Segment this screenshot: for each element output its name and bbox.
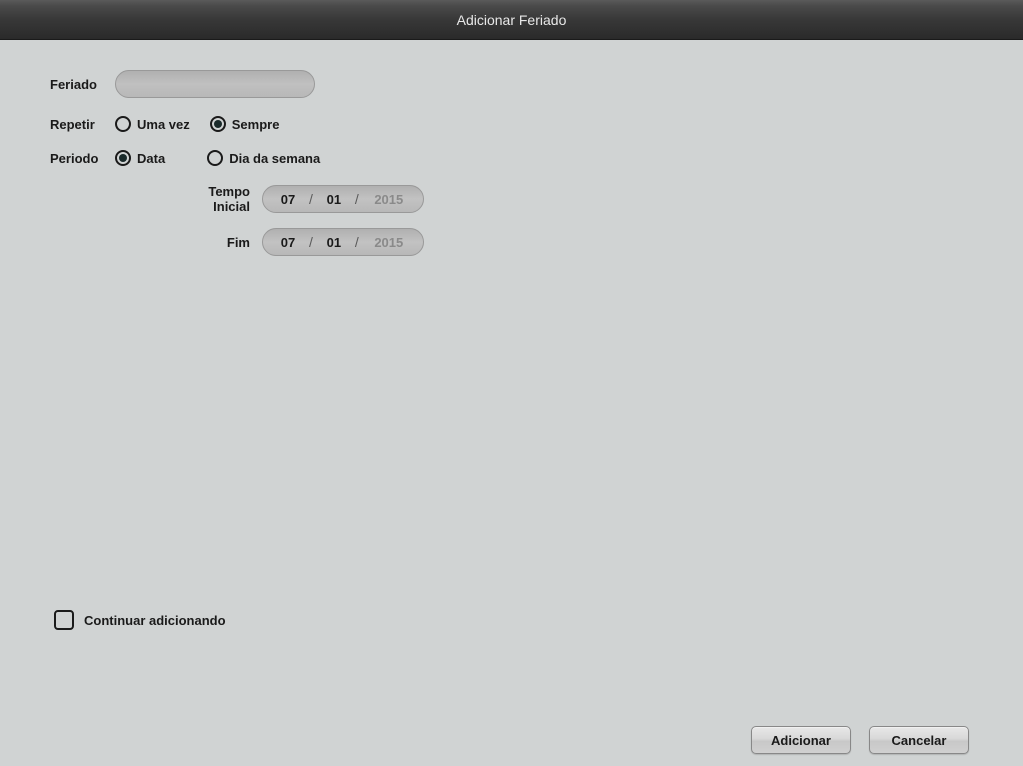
repeat-label: Repetir — [50, 117, 115, 132]
repeat-always-label: Sempre — [232, 117, 280, 132]
period-label: Periodo — [50, 151, 115, 166]
start-month-field[interactable]: 01 — [323, 192, 345, 207]
radio-icon — [115, 116, 131, 132]
period-weekday-label: Dia da semana — [229, 151, 320, 166]
holiday-name-input[interactable] — [115, 70, 315, 98]
date-separator: / — [355, 234, 359, 250]
start-date-input[interactable]: 07 / 01 / 2015 — [262, 185, 424, 213]
repeat-row: Repetir Uma vez Sempre — [50, 116, 973, 132]
repeat-once-option[interactable]: Uma vez — [115, 116, 190, 132]
radio-icon — [207, 150, 223, 166]
date-section: Tempo Inicial 07 / 01 / 2015 Fim 07 / 01… — [170, 184, 973, 256]
end-day-field[interactable]: 07 — [277, 235, 299, 250]
button-bar: Adicionar Cancelar — [751, 726, 969, 754]
end-date-label: Fim — [170, 235, 262, 250]
continue-adding-checkbox[interactable] — [54, 610, 74, 630]
end-date-row: Fim 07 / 01 / 2015 — [170, 228, 973, 256]
start-year-field[interactable]: 2015 — [369, 192, 409, 207]
radio-icon — [210, 116, 226, 132]
start-day-field[interactable]: 07 — [277, 192, 299, 207]
dialog-content: Feriado Repetir Uma vez Sempre Periodo D… — [0, 40, 1023, 766]
cancel-button[interactable]: Cancelar — [869, 726, 969, 754]
repeat-always-option[interactable]: Sempre — [210, 116, 280, 132]
start-date-label: Tempo Inicial — [170, 184, 262, 214]
dialog-title-bar: Adicionar Feriado — [0, 0, 1023, 40]
date-separator: / — [309, 191, 313, 207]
period-weekday-option[interactable]: Dia da semana — [207, 150, 320, 166]
continue-adding-row: Continuar adicionando — [54, 610, 226, 630]
holiday-row: Feriado — [50, 70, 973, 98]
radio-icon — [115, 150, 131, 166]
add-button[interactable]: Adicionar — [751, 726, 851, 754]
period-radio-group: Data Dia da semana — [115, 150, 320, 166]
date-separator: / — [355, 191, 359, 207]
end-year-field[interactable]: 2015 — [369, 235, 409, 250]
period-row: Periodo Data Dia da semana — [50, 150, 973, 166]
continue-adding-label: Continuar adicionando — [84, 613, 226, 628]
period-date-label: Data — [137, 151, 165, 166]
repeat-once-label: Uma vez — [137, 117, 190, 132]
dialog-title: Adicionar Feriado — [457, 12, 567, 28]
holiday-label: Feriado — [50, 77, 115, 92]
start-date-row: Tempo Inicial 07 / 01 / 2015 — [170, 184, 973, 214]
date-separator: / — [309, 234, 313, 250]
end-month-field[interactable]: 01 — [323, 235, 345, 250]
repeat-radio-group: Uma vez Sempre — [115, 116, 279, 132]
period-date-option[interactable]: Data — [115, 150, 165, 166]
end-date-input[interactable]: 07 / 01 / 2015 — [262, 228, 424, 256]
